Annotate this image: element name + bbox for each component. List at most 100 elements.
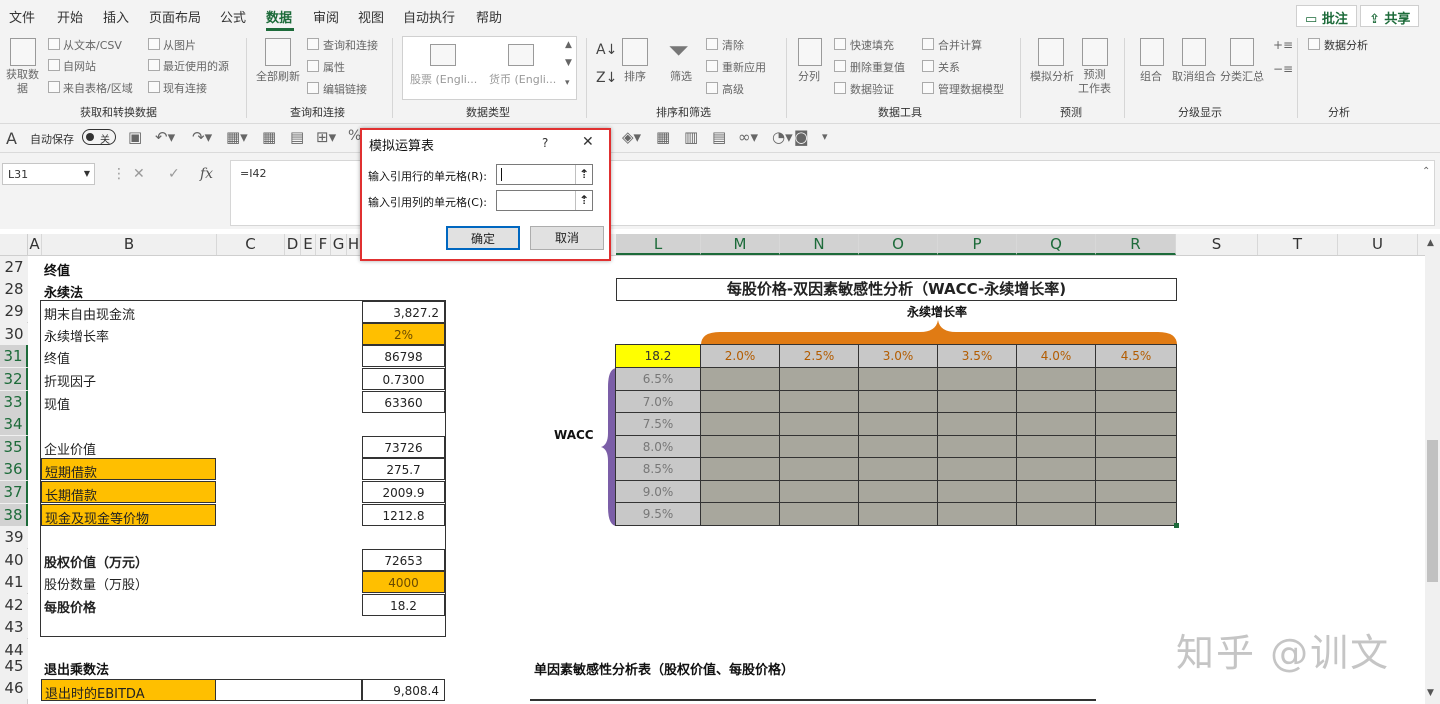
column-header-h[interactable]: H	[347, 234, 361, 255]
wacc-header-cell[interactable]: 8.0%	[616, 436, 701, 458]
collapse-dialog-icon[interactable]: ⇡	[575, 191, 592, 210]
result-cell[interactable]	[938, 391, 1017, 413]
row-header-38[interactable]: 38	[0, 504, 28, 526]
result-cell[interactable]	[1017, 481, 1096, 503]
column-header-n[interactable]: N	[780, 234, 859, 255]
existing-connections-button[interactable]: 现有连接	[163, 80, 207, 96]
show-detail-icon[interactable]: +≡	[1273, 38, 1293, 52]
from-table-button[interactable]: 来自表格/区域	[63, 80, 133, 96]
row-header-29[interactable]: 29	[0, 300, 28, 322]
from-web-button[interactable]: 自网站	[63, 58, 96, 74]
insert-table-icon[interactable]: ▤	[290, 128, 304, 146]
result-cell[interactable]	[1096, 503, 1176, 525]
column-header-m[interactable]: M	[701, 234, 780, 255]
result-cell[interactable]	[859, 458, 938, 481]
merge-icon[interactable]: ⊞▾	[316, 128, 336, 146]
row-header-31[interactable]: 31	[0, 345, 28, 367]
row-header-28[interactable]: 28	[0, 278, 28, 300]
scroll-up-icon[interactable]: ▲	[1427, 238, 1434, 248]
remove-duplicates-button[interactable]: 删除重复值	[850, 59, 905, 75]
long-term-borrowing-label[interactable]: 长期借款	[41, 481, 216, 504]
column-header-c[interactable]: C	[217, 234, 285, 255]
hide-detail-icon[interactable]: −≡	[1273, 62, 1293, 76]
gallery-down-icon[interactable]: ▼	[565, 58, 572, 68]
wacc-header-cell[interactable]: 8.5%	[616, 458, 701, 481]
row-header-30[interactable]: 30	[0, 323, 28, 345]
expand-formula-bar-icon[interactable]: ⌃	[1422, 166, 1430, 177]
column-input-cell-field[interactable]: ⇡	[496, 190, 593, 211]
column-header-r[interactable]: R	[1096, 234, 1176, 255]
enterprise-value-label[interactable]: 企业价值	[41, 436, 216, 458]
flash-fill-button[interactable]: 快速填充	[850, 37, 894, 53]
growth-header-cell[interactable]: 2.0%	[701, 345, 780, 368]
result-cell[interactable]	[1096, 436, 1176, 458]
result-cell[interactable]	[1096, 391, 1176, 413]
present-value-value[interactable]: 63360	[362, 391, 445, 413]
row-header-32[interactable]: 32	[0, 368, 28, 390]
result-cell[interactable]	[1017, 368, 1096, 391]
borders-icon[interactable]: ▦▾	[226, 128, 248, 146]
fcf-value[interactable]: 3,827.2	[362, 301, 445, 323]
scroll-down-icon[interactable]: ▼	[1427, 688, 1434, 698]
exit-ebitda-label[interactable]: 退出时的EBITDA	[41, 679, 216, 702]
terminal-value-label[interactable]: 终值	[41, 345, 216, 367]
wacc-header-cell[interactable]: 7.0%	[616, 391, 701, 413]
data-validation-button[interactable]: 数据验证	[850, 81, 894, 97]
row-header-35[interactable]: 35	[0, 436, 28, 458]
terminal-value-value[interactable]: 86798	[362, 345, 445, 367]
result-cell[interactable]	[859, 391, 938, 413]
data-analysis-button[interactable]: 数据分析	[1324, 37, 1368, 53]
wacc-header-cell[interactable]: 7.5%	[616, 413, 701, 436]
data-types-gallery[interactable]	[402, 36, 577, 100]
row-header-34[interactable]: 34	[0, 413, 28, 435]
row-header-39[interactable]: 39	[0, 526, 28, 548]
link-icon[interactable]: ∞▾	[738, 128, 758, 146]
exit-ebitda-value[interactable]: 9,808.4	[362, 679, 445, 701]
filter-button[interactable]: 筛选	[670, 68, 692, 84]
present-value-label[interactable]: 现值	[41, 391, 216, 413]
row-header-40[interactable]: 40	[0, 549, 28, 571]
result-cell[interactable]	[701, 503, 780, 525]
result-cell[interactable]	[938, 413, 1017, 436]
split-button[interactable]: 分列	[798, 68, 820, 84]
row-header-43[interactable]: 43	[0, 616, 28, 638]
result-cell[interactable]	[1017, 391, 1096, 413]
subtotal-button[interactable]: 分类汇总	[1220, 68, 1264, 84]
price-per-share-value[interactable]: 18.2	[362, 594, 445, 616]
result-cell[interactable]	[701, 458, 780, 481]
corner-cell-price[interactable]: 18.2	[616, 345, 701, 368]
redo-icon[interactable]: ↷▾	[192, 128, 212, 146]
tab-data[interactable]: 数据	[266, 7, 292, 26]
column-header-t[interactable]: T	[1258, 234, 1338, 255]
cash-label[interactable]: 现金及现金等价物	[41, 504, 216, 527]
result-cell[interactable]	[780, 436, 859, 458]
result-cell[interactable]	[701, 436, 780, 458]
formula-bar-handle-icon[interactable]: ⋮	[112, 166, 126, 182]
result-cell[interactable]	[859, 436, 938, 458]
column-header-g[interactable]: G	[331, 234, 347, 255]
wacc-header-cell[interactable]: 9.5%	[616, 503, 701, 525]
result-cell[interactable]	[1017, 458, 1096, 481]
advanced-button[interactable]: 高级	[722, 81, 744, 97]
cancel-button[interactable]: 取消	[530, 226, 604, 250]
result-cell[interactable]	[701, 481, 780, 503]
row-header-27[interactable]: 27	[0, 256, 28, 278]
close-icon[interactable]: ✕	[582, 134, 594, 150]
discount-factor-label[interactable]: 折现因子	[41, 368, 216, 390]
confirm-formula-icon[interactable]: ✓	[168, 166, 180, 182]
result-cell[interactable]	[780, 368, 859, 391]
save-icon[interactable]: ▣	[128, 128, 142, 146]
enterprise-value-value[interactable]: 73726	[362, 436, 445, 458]
insert-function-icon[interactable]: fx	[200, 166, 213, 182]
result-cell[interactable]	[938, 368, 1017, 391]
tab-review[interactable]: 审阅	[313, 7, 339, 26]
column-header-d[interactable]: D	[285, 234, 301, 255]
result-cell[interactable]	[1017, 413, 1096, 436]
group-button[interactable]: 组合	[1140, 68, 1162, 84]
growth-header-cell[interactable]: 3.0%	[859, 345, 938, 368]
chart-icon[interactable]: ▥	[684, 128, 698, 146]
result-cell[interactable]	[859, 413, 938, 436]
scrollbar-thumb[interactable]	[1427, 440, 1438, 582]
equity-value-label[interactable]: 股权价值（万元）	[41, 549, 216, 571]
long-term-borrowing-value[interactable]: 2009.9	[362, 481, 445, 503]
